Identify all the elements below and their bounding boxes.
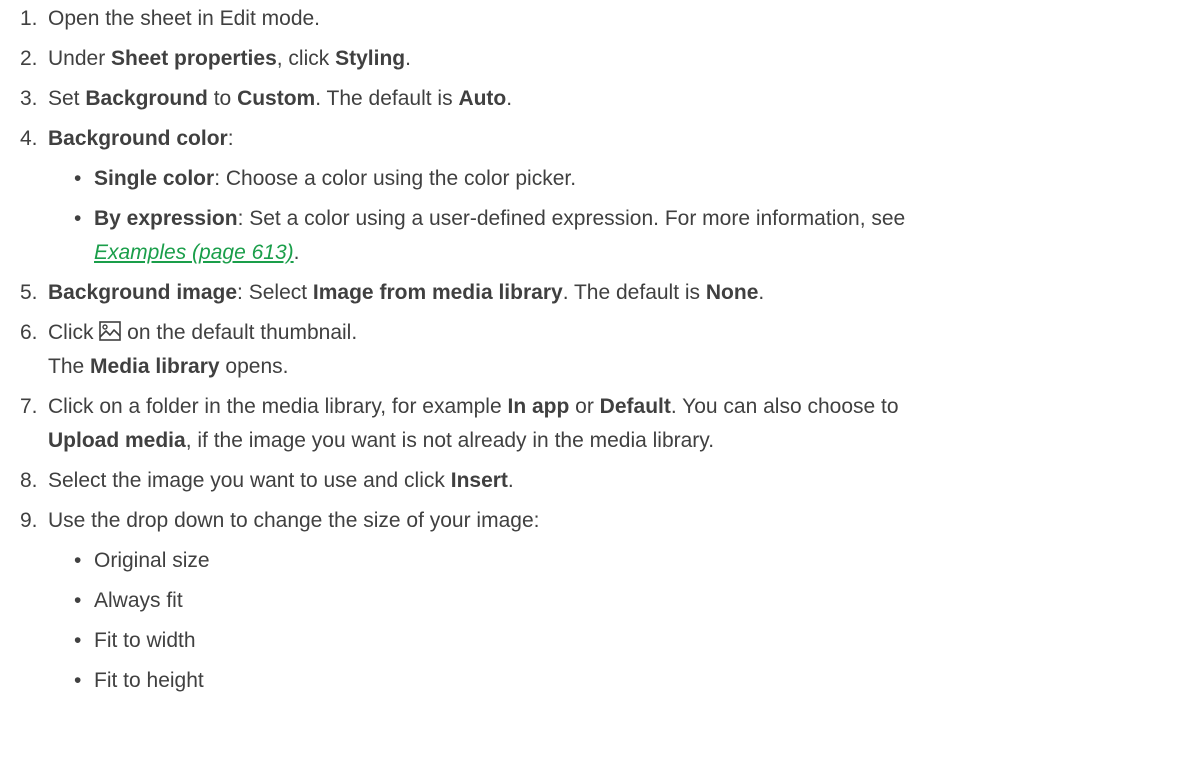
list-item-text: : Choose a color using the color picker. (214, 167, 577, 190)
step-text: . (507, 469, 514, 492)
step-text: : Select (237, 281, 313, 304)
step-number: 6. (20, 321, 38, 344)
step-text: Use the drop down to change the size of … (48, 509, 540, 532)
ui-term-insert: Insert (450, 469, 508, 492)
list-item-always-fit: • Always fit (20, 584, 1180, 618)
bullet-icon: • (74, 629, 82, 652)
step-6: 6. Click on the default thumbnail. The M… (20, 316, 1180, 384)
bullet-icon: • (74, 167, 82, 190)
step-text: . (506, 87, 513, 110)
list-item-by-expression: • By expression: Set a color using a use… (20, 202, 1180, 270)
step-number: 3. (20, 87, 38, 110)
ui-term-background: Background (85, 87, 208, 110)
step-text: on the default thumbnail. (121, 321, 358, 344)
ui-term-image-from-media-library: Image from media library (312, 281, 563, 304)
ui-term-custom: Custom (237, 87, 316, 110)
ui-term-media-library: Media library (90, 355, 220, 378)
list-item-text: : Set a color using a user-defined expre… (237, 207, 906, 230)
step-text: , if the image you want is not already i… (185, 429, 715, 452)
step-text: Click on a folder in the media library, … (48, 395, 508, 418)
list-item-fit-to-height: • Fit to height (20, 664, 1180, 698)
step-text: . (405, 47, 411, 70)
ui-term-by-expression: By expression (94, 207, 238, 230)
list-item-fit-to-width: • Fit to width (20, 624, 1180, 658)
list-item-text: Always fit (94, 589, 183, 612)
step-2: 2. Under Sheet properties, click Styling… (20, 42, 1180, 76)
step-text: opens. (219, 355, 289, 378)
ui-term-background-image: Background image (48, 281, 238, 304)
step-9: 9. Use the drop down to change the size … (20, 504, 1180, 538)
step-text: Select the image you want to use and cli… (48, 469, 451, 492)
ui-term-auto: Auto (458, 87, 507, 110)
step-text: . (758, 281, 765, 304)
list-item-single-color: • Single color: Choose a color using the… (20, 162, 1180, 196)
step-number: 2. (20, 47, 38, 70)
bullet-icon: • (74, 669, 82, 692)
step-7: 7. Click on a folder in the media librar… (20, 390, 1180, 458)
bullet-icon: • (74, 589, 82, 612)
step-text: Click (48, 321, 100, 344)
step-3: 3. Set Background to Custom. The default… (20, 82, 1180, 116)
step-5: 5. Background image: Select Image from m… (20, 276, 1180, 310)
step-text: or (569, 395, 600, 418)
step-number: 8. (20, 469, 38, 492)
step-number: 1. (20, 7, 38, 30)
step-text: to (207, 87, 238, 110)
step-number: 9. (20, 509, 38, 532)
image-icon (99, 321, 122, 341)
ui-term-default: Default (599, 395, 671, 418)
step-text: . You can also choose to (670, 395, 899, 418)
ui-term-background-color: Background color (48, 127, 228, 150)
ui-term-upload-media: Upload media (48, 429, 186, 452)
examples-link[interactable]: Examples (page 613) (94, 241, 294, 264)
bullet-icon: • (74, 207, 82, 230)
step-text: . The default is (315, 87, 459, 110)
step-4: 4. Background color: (20, 122, 1180, 156)
step-text: . The default is (562, 281, 706, 304)
step-number: 5. (20, 281, 38, 304)
step-text: The (48, 355, 91, 378)
step-text: : (227, 127, 234, 150)
ui-term-single-color: Single color (94, 167, 215, 190)
ui-term-sheet-properties: Sheet properties (111, 47, 277, 70)
ui-term-styling: Styling (335, 47, 406, 70)
step-number: 7. (20, 395, 38, 418)
step-number: 4. (20, 127, 38, 150)
step-text: , click (276, 47, 336, 70)
instructions-list: 1. Open the sheet in Edit mode. 2. Under… (20, 2, 1180, 704)
step-text: Set (48, 87, 86, 110)
ui-term-none: None (705, 281, 759, 304)
step-text: Under (48, 47, 112, 70)
list-item-text: Original size (94, 549, 210, 572)
list-item-text: Fit to height (94, 669, 204, 692)
list-item-text: . (293, 241, 300, 264)
list-item-text: Fit to width (94, 629, 196, 652)
list-item-original-size: • Original size (20, 544, 1180, 578)
bullet-icon: • (74, 549, 82, 572)
ui-term-in-app: In app (507, 395, 570, 418)
step-8: 8. Select the image you want to use and … (20, 464, 1180, 498)
step-text: Open the sheet in Edit mode. (48, 7, 321, 30)
step-1: 1. Open the sheet in Edit mode. (20, 2, 1180, 36)
